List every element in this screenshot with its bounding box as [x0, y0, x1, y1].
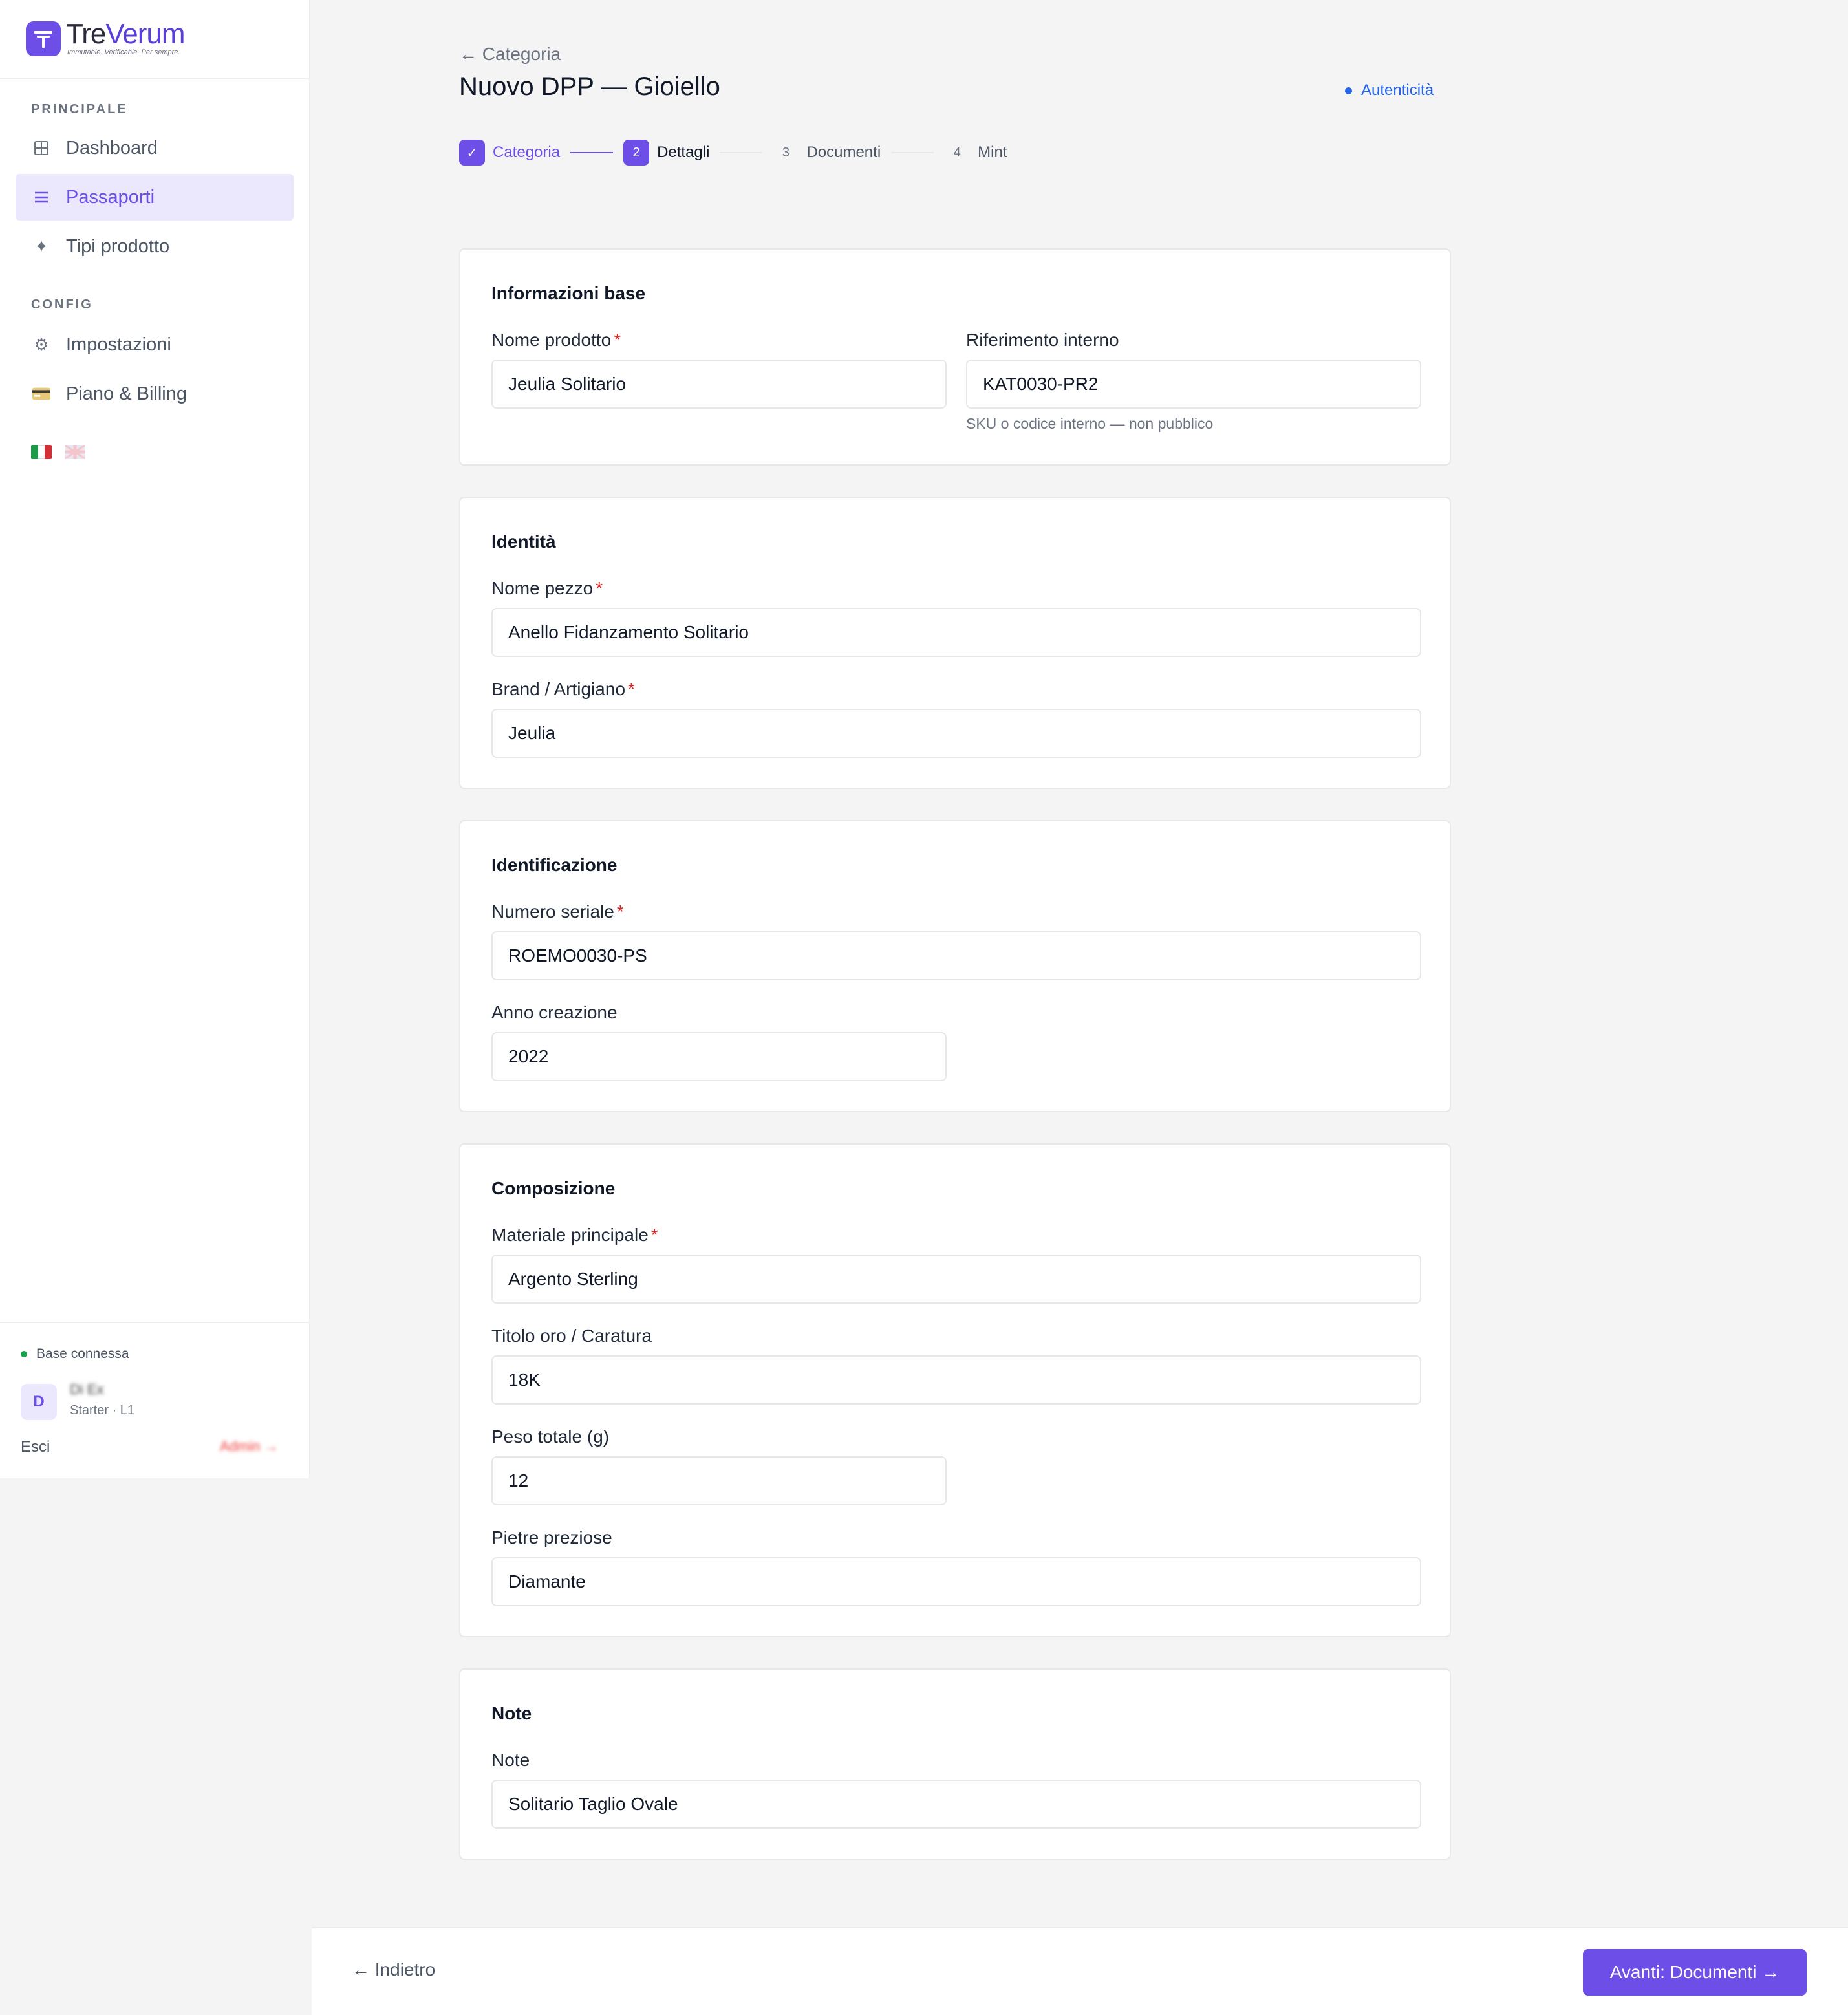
- user-plan: Starter · L1: [70, 1403, 135, 1417]
- sidebar: TreVerum Immutable. Verificable. Per sem…: [0, 0, 310, 1478]
- grid-icon: [32, 139, 50, 157]
- back-to-category-link[interactable]: ← Categoria: [459, 44, 561, 65]
- step-number: 4: [953, 145, 961, 160]
- section-label-config: CONFIG: [31, 297, 93, 312]
- logo-mark-icon: [26, 21, 61, 56]
- section-title: Note: [491, 1703, 532, 1723]
- nome-pezzo-input[interactable]: [491, 608, 1421, 657]
- sidebar-item-label: Dashboard: [66, 137, 158, 158]
- list-icon: [32, 188, 50, 206]
- step-connector: [570, 152, 614, 153]
- sidebar-item-dashboard[interactable]: Dashboard: [16, 125, 294, 171]
- card-informazioni-base: Informazioni base Nome prodotto* Riferim…: [459, 248, 1451, 466]
- check-icon: ✓: [459, 140, 485, 166]
- brand-input[interactable]: [491, 709, 1421, 758]
- logout-link[interactable]: Esci: [21, 1438, 50, 1456]
- field-label: Riferimento interno: [966, 330, 1119, 350]
- step-connector: [891, 152, 934, 153]
- card-identita: Identità Nome pezzo* Brand / Artigiano*: [459, 497, 1451, 789]
- section-title: Identificazione: [491, 855, 618, 875]
- next-documenti-button[interactable]: Avanti: Documenti →: [1583, 1949, 1807, 1996]
- step-dettagli[interactable]: 2 Dettagli: [623, 140, 709, 166]
- field-label: Nome prodotto *: [491, 330, 621, 350]
- sidebar-item-label: Piano & Billing: [66, 383, 187, 404]
- sidebar-divider: [0, 78, 310, 79]
- numero-seriale-input[interactable]: [491, 931, 1421, 980]
- admin-link[interactable]: Admin →: [220, 1438, 278, 1455]
- sidebar-item-impostazioni[interactable]: ⚙ Impostazioni: [16, 321, 294, 368]
- field-label: Pietre preziose: [491, 1527, 612, 1547]
- language-switcher: [31, 445, 85, 459]
- section-title: Identità: [491, 532, 556, 552]
- anno-creazione-input[interactable]: [491, 1032, 947, 1081]
- sidebar-item-passaporti[interactable]: Passaporti: [16, 174, 294, 221]
- field-label: Titolo oro / Caratura: [491, 1326, 652, 1346]
- section-label-principale: PRINCIPALE: [31, 102, 128, 116]
- user-name: Di Ex: [70, 1381, 104, 1397]
- credit-card-icon: [32, 385, 50, 403]
- connection-status: Base connessa: [21, 1346, 129, 1362]
- it-flag-icon[interactable]: [31, 445, 52, 459]
- wizard-stepper: ✓ Categoria 2 Dettagli 3 Documenti 4 Min…: [459, 140, 1007, 166]
- dot-icon: [1345, 87, 1352, 94]
- peso-totale-input[interactable]: [491, 1456, 947, 1505]
- step-number: 3: [782, 145, 790, 160]
- card-composizione: Composizione Materiale principale* Titol…: [459, 1143, 1451, 1637]
- field-hint: SKU o codice interno — non pubblico: [966, 415, 1214, 432]
- pietre-preziose-input[interactable]: [491, 1557, 1421, 1606]
- sidebar-footer-divider: [0, 1322, 310, 1323]
- card-identificazione: Identificazione Numero seriale* Anno cre…: [459, 820, 1451, 1112]
- step-label: Mint: [978, 144, 1007, 161]
- nome-prodotto-input[interactable]: [491, 360, 947, 409]
- card-note: Note Note: [459, 1668, 1451, 1860]
- avatar[interactable]: D: [21, 1384, 57, 1420]
- sidebar-item-label: Tipi prodotto: [66, 235, 170, 257]
- gear-icon: ⚙: [34, 334, 49, 354]
- step-number-badge: 2: [623, 140, 650, 166]
- status-dot-icon: [21, 1351, 27, 1357]
- step-label: Documenti: [806, 144, 881, 161]
- uk-flag-icon[interactable]: [65, 445, 85, 459]
- sidebar-item-piano-billing[interactable]: Piano & Billing: [16, 371, 294, 417]
- step-documenti[interactable]: 3 Documenti: [773, 140, 881, 166]
- required-mark: *: [614, 330, 621, 350]
- field-label: Note: [491, 1750, 530, 1770]
- required-mark: *: [596, 578, 603, 598]
- step-connector: [720, 152, 763, 153]
- materiale-principale-input[interactable]: [491, 1255, 1421, 1304]
- riferimento-interno-input[interactable]: [966, 360, 1421, 409]
- field-label: Brand / Artigiano *: [491, 679, 635, 699]
- field-label: Anno creazione: [491, 1002, 618, 1022]
- required-mark: *: [628, 679, 635, 699]
- field-label: Nome pezzo *: [491, 578, 603, 598]
- field-label: Numero seriale *: [491, 901, 624, 921]
- required-mark: *: [616, 901, 624, 921]
- step-categoria[interactable]: ✓ Categoria: [459, 140, 560, 166]
- section-title: Composizione: [491, 1178, 616, 1198]
- required-mark: *: [650, 1225, 658, 1245]
- wizard-footer: ← Indietro Avanti: Documenti →: [312, 1927, 1848, 2015]
- section-title: Informazioni base: [491, 283, 646, 303]
- page-title: Nuovo DPP — Gioiello: [459, 72, 720, 101]
- sidebar-item-label: Passaporti: [66, 186, 155, 208]
- step-label: Categoria: [493, 144, 561, 161]
- note-input[interactable]: [491, 1780, 1421, 1829]
- authenticity-link[interactable]: Autenticità: [1345, 81, 1434, 100]
- brand-tagline: Immutable. Verificable. Per sempre.: [67, 48, 180, 56]
- status-text: Base connessa: [36, 1346, 129, 1361]
- step-mint[interactable]: 4 Mint: [944, 140, 1007, 166]
- brand-name: TreVerum: [66, 18, 186, 50]
- sparkle-icon: ✦: [34, 236, 48, 256]
- back-button[interactable]: ← Indietro: [352, 1959, 435, 1980]
- titolo-oro-input[interactable]: [491, 1355, 1421, 1405]
- brand-logo[interactable]: TreVerum Immutable. Verificable. Per sem…: [26, 18, 186, 58]
- field-label: Peso totale (g): [491, 1427, 610, 1447]
- step-label: Dettagli: [657, 144, 710, 161]
- authenticity-label: Autenticità: [1361, 81, 1434, 99]
- field-label: Materiale principale *: [491, 1225, 658, 1245]
- sidebar-item-tipi-prodotto[interactable]: ✦ Tipi prodotto: [16, 223, 294, 270]
- sidebar-item-label: Impostazioni: [66, 334, 171, 355]
